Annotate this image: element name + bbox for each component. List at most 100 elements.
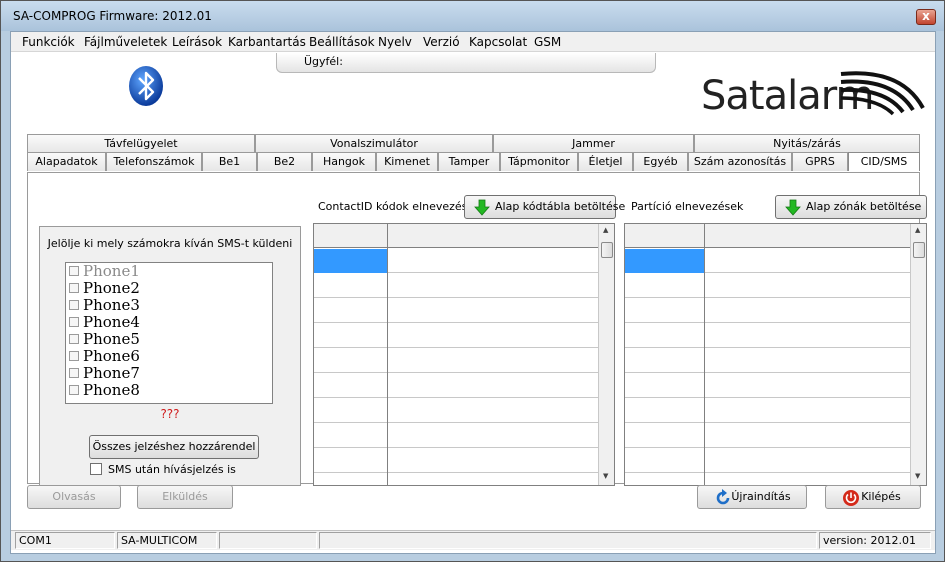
- checkbox-icon: [90, 463, 102, 475]
- tab-row-bottom: Alapadatok Telefonszámok Be1 Be2 Hangok …: [27, 152, 920, 171]
- menu-file-operations[interactable]: Fájlműveletek: [82, 34, 169, 50]
- checkbox-icon: [69, 300, 79, 310]
- title-bar[interactable]: SA-COMPROG Firmware: 2012.01 x: [1, 1, 944, 31]
- send-button[interactable]: Elküldés: [137, 485, 233, 509]
- column-separator: [387, 224, 388, 485]
- menu-language[interactable]: Nyelv: [376, 34, 414, 50]
- assign-all-button[interactable]: Összes jelzéshez hozzárendel: [89, 435, 259, 459]
- load-zones-label: Alap zónák betöltése: [806, 200, 922, 213]
- phone-checkbox-7[interactable]: Phone7: [69, 365, 140, 382]
- sms-call-checkbox[interactable]: SMS után hívásjelzés is: [90, 463, 236, 476]
- checkbox-icon: [69, 266, 79, 276]
- load-code-table-button[interactable]: Alap kódtábla betöltése: [464, 195, 625, 219]
- client-bar: Ügyfél:: [276, 53, 656, 73]
- restart-button[interactable]: Újraindítás: [697, 485, 807, 509]
- column-separator: [704, 224, 705, 485]
- table-row[interactable]: [625, 298, 910, 323]
- phone-checkbox-2[interactable]: Phone2: [69, 280, 140, 297]
- checkbox-icon: [69, 317, 79, 327]
- load-zones-button[interactable]: Alap zónák betöltése: [775, 195, 927, 219]
- phone-checkbox-8[interactable]: Phone8: [69, 382, 140, 399]
- phone-label: Phone3: [83, 296, 140, 314]
- menu-gsm[interactable]: GSM: [532, 34, 563, 50]
- refresh-icon: [716, 489, 730, 505]
- selected-cell[interactable]: [625, 249, 704, 273]
- scroll-up-icon[interactable]: ▲: [603, 226, 608, 234]
- green-down-arrow-icon: [785, 199, 801, 216]
- status-version: version: 2012.01: [819, 532, 931, 549]
- menu-functions[interactable]: Funkciók: [20, 34, 77, 50]
- contactid-scrollbar[interactable]: ▲ ▼: [598, 224, 614, 485]
- tab-jammer[interactable]: Jammer: [493, 134, 694, 153]
- tab-output[interactable]: Kimenet: [376, 152, 438, 171]
- phone-checkbox-4[interactable]: Phone4: [69, 314, 140, 331]
- table-row[interactable]: [314, 298, 598, 323]
- scroll-down-icon[interactable]: ▼: [603, 472, 608, 480]
- tab-power-monitor[interactable]: Tápmonitor: [500, 152, 578, 171]
- table-row[interactable]: [625, 448, 910, 473]
- close-button[interactable]: x: [916, 9, 936, 25]
- scroll-up-icon[interactable]: ▲: [915, 226, 920, 234]
- table-row[interactable]: [314, 323, 598, 348]
- partition-grid[interactable]: ▲ ▼: [624, 223, 927, 486]
- table-row[interactable]: [625, 273, 910, 298]
- phone-label: Phone8: [83, 381, 140, 399]
- tab-sounds[interactable]: Hangok: [312, 152, 376, 171]
- sms-recipient-label: Jelölje ki mely számokra kíván SMS-t kül…: [47, 237, 293, 250]
- table-row[interactable]: [314, 448, 598, 473]
- scroll-thumb[interactable]: [601, 242, 613, 258]
- phone-label: Phone5: [83, 330, 140, 348]
- tab-be1[interactable]: Be1: [202, 152, 257, 171]
- phone-checkbox-5[interactable]: Phone5: [69, 331, 140, 348]
- table-row[interactable]: [625, 423, 910, 448]
- contactid-grid[interactable]: ▲ ▼: [313, 223, 615, 486]
- sms-call-label: SMS után hívásjelzés is: [108, 463, 236, 476]
- tab-basic-data[interactable]: Alapadatok: [27, 152, 106, 171]
- partition-title: Partíció elnevezések: [631, 200, 744, 213]
- tab-open-close[interactable]: Nyitás/zárás: [694, 134, 920, 153]
- menu-connection[interactable]: Kapcsolat: [467, 34, 529, 50]
- tab-line-simulator[interactable]: Vonalszimulátor: [255, 134, 493, 153]
- table-row[interactable]: [625, 348, 910, 373]
- table-row[interactable]: [314, 273, 598, 298]
- partition-scrollbar[interactable]: ▲ ▼: [910, 224, 926, 485]
- menu-settings[interactable]: Beállítások: [307, 34, 377, 50]
- tab-remote-monitoring[interactable]: Távfelügyelet: [27, 134, 255, 153]
- menu-version[interactable]: Verzió: [421, 34, 462, 50]
- tab-be2[interactable]: Be2: [257, 152, 312, 171]
- phone-checkbox-6[interactable]: Phone6: [69, 348, 140, 365]
- phone-label: Phone7: [83, 364, 140, 382]
- tab-other[interactable]: Egyéb: [633, 152, 688, 171]
- status-device: SA-MULTICOM: [117, 532, 217, 549]
- phone-checkbox-1[interactable]: Phone1: [69, 263, 140, 280]
- table-row[interactable]: [314, 473, 598, 485]
- app-window: SA-COMPROG Firmware: 2012.01 x Funkciók …: [0, 0, 945, 562]
- phone-checkbox-3[interactable]: Phone3: [69, 297, 140, 314]
- checkbox-icon: [69, 351, 79, 361]
- phone-checklist[interactable]: Phone1 Phone2 Phone3 Phone4 Phone5 Phone…: [65, 262, 273, 404]
- tab-tamper[interactable]: Tamper: [438, 152, 500, 171]
- table-row[interactable]: [625, 373, 910, 398]
- table-row[interactable]: [314, 348, 598, 373]
- table-row[interactable]: [314, 373, 598, 398]
- scroll-thumb[interactable]: [913, 242, 925, 258]
- selected-cell[interactable]: [314, 249, 387, 273]
- sms-recipient-group: Jelölje ki mely számokra kíván SMS-t kül…: [39, 226, 301, 486]
- scroll-down-icon[interactable]: ▼: [915, 472, 920, 480]
- tab-gprs[interactable]: GPRS: [792, 152, 848, 171]
- exit-button[interactable]: Kilépés: [825, 485, 921, 509]
- tab-cid-sms[interactable]: CID/SMS: [848, 152, 920, 171]
- read-button[interactable]: Olvasás: [27, 485, 121, 509]
- menu-descriptions[interactable]: Leírások: [170, 34, 224, 50]
- status-port: COM1: [15, 532, 115, 549]
- checkbox-icon: [69, 368, 79, 378]
- tab-heartbeat[interactable]: Életjel: [578, 152, 633, 171]
- load-code-table-label: Alap kódtábla betöltése: [495, 200, 626, 213]
- tab-number-identification[interactable]: Szám azonosítás: [688, 152, 792, 171]
- tab-phone-numbers[interactable]: Telefonszámok: [106, 152, 202, 171]
- table-row[interactable]: [625, 398, 910, 423]
- table-row[interactable]: [625, 323, 910, 348]
- table-row[interactable]: [314, 423, 598, 448]
- menu-maintenance[interactable]: Karbantartás: [226, 34, 308, 50]
- table-row[interactable]: [314, 398, 598, 423]
